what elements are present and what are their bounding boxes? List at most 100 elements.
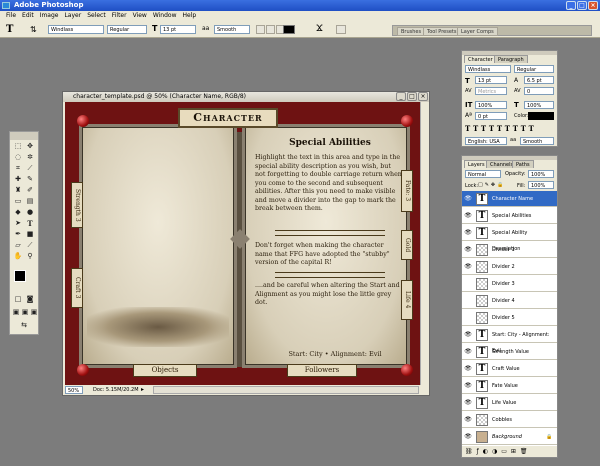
document-canvas[interactable]: Character Strength 3 Craft 3 Fate: 3 Gol… xyxy=(65,102,420,385)
visibility-eye-icon[interactable] xyxy=(464,297,472,305)
well-tab-tool-presets[interactable]: Tool Presets xyxy=(423,27,461,36)
font-style-select[interactable]: Regular xyxy=(107,25,147,34)
layer-row[interactable]: 👁 T Special Abilities xyxy=(462,208,557,224)
opacity-field[interactable]: 100% xyxy=(528,170,554,178)
horizontal-scrollbar[interactable] xyxy=(153,386,419,394)
status-menu-arrow-icon[interactable]: ▸ xyxy=(141,385,144,395)
visibility-eye-icon[interactable] xyxy=(464,314,472,322)
eraser-tool-icon[interactable]: ▭ xyxy=(13,197,23,206)
layer-row[interactable]: 👁 Cobbles xyxy=(462,412,557,428)
dodge-tool-icon[interactable]: ● xyxy=(25,208,35,217)
magic-wand-icon[interactable]: ✲ xyxy=(25,153,35,162)
menu-help[interactable]: Help xyxy=(183,11,197,21)
layer-row[interactable]: 👁 T Special Ability Description xyxy=(462,225,557,252)
pen-tool-icon[interactable]: ✒ xyxy=(13,230,23,239)
layer-row[interactable]: 👁 T Strength Value xyxy=(462,344,557,360)
marquee-tool-icon[interactable]: ⬚ xyxy=(13,142,23,151)
visibility-eye-icon[interactable]: 👁 xyxy=(464,433,472,441)
tab-paragraph[interactable]: Paragraph xyxy=(494,55,528,63)
lasso-tool-icon[interactable]: ◌ xyxy=(13,153,23,162)
font-family-select[interactable]: Windlass xyxy=(48,25,104,34)
char-style-select[interactable]: Regular xyxy=(514,65,554,73)
menu-filter[interactable]: Filter xyxy=(112,11,127,21)
tab-character[interactable]: Character xyxy=(464,55,497,63)
screen-mode-3-icon[interactable]: ▣ xyxy=(29,308,39,317)
type-style-buttons[interactable]: TTTTTTTTT xyxy=(465,125,555,133)
visibility-eye-icon[interactable]: 👁 xyxy=(464,416,472,424)
close-icon[interactable]: × xyxy=(588,1,598,10)
healing-brush-icon[interactable]: ✚ xyxy=(13,175,23,184)
vertical-scrollbar[interactable] xyxy=(420,102,429,385)
type-tool-icon-box[interactable]: T xyxy=(25,219,35,228)
visibility-eye-icon[interactable]: 👁 xyxy=(464,263,472,271)
layer-row[interactable]: 👁 T Craft Value xyxy=(462,361,557,377)
char-font-select[interactable]: Windlass xyxy=(465,65,511,73)
visibility-eye-icon[interactable]: 👁 xyxy=(464,331,472,339)
layer-row[interactable]: 👁 Divider 2 xyxy=(462,259,557,275)
zoom-tool-icon[interactable]: ⚲ xyxy=(25,252,35,261)
blur-tool-icon[interactable]: ◆ xyxy=(13,208,23,217)
shape-tool-icon[interactable]: ■ xyxy=(25,230,35,239)
visibility-eye-icon[interactable]: 👁 xyxy=(464,365,472,373)
well-tab-brushes[interactable]: Brushes xyxy=(397,27,426,36)
char-size-field[interactable]: 13 pt xyxy=(475,76,507,84)
menu-window[interactable]: Window xyxy=(153,11,177,21)
hand-tool-icon[interactable]: ✋ xyxy=(13,252,23,261)
lock-buttons[interactable]: □✎✥🔒 xyxy=(478,182,508,189)
layer-row[interactable]: Divider 4 xyxy=(462,293,557,309)
layer-row[interactable]: 👁 T Fate Value xyxy=(462,378,557,394)
history-brush-icon[interactable]: ✐ xyxy=(25,186,35,195)
eyedropper-icon[interactable]: ⟋ xyxy=(25,241,35,250)
text-color-swatch[interactable] xyxy=(283,25,295,34)
visibility-eye-icon[interactable]: 👁 xyxy=(464,195,472,203)
quick-mask-icon[interactable]: ◙ xyxy=(25,295,35,304)
layer-row[interactable]: Divider 3 xyxy=(462,276,557,292)
font-size-select[interactable]: 13 pt xyxy=(160,25,196,34)
visibility-eye-icon[interactable]: 👁 xyxy=(464,348,472,356)
align-center-icon[interactable] xyxy=(266,25,275,34)
jump-to-imageready-icon[interactable]: ⇆ xyxy=(19,321,29,330)
crop-tool-icon[interactable]: ⌗ xyxy=(13,164,23,173)
menu-edit[interactable]: Edit xyxy=(22,11,34,21)
doc-maximize-icon[interactable]: □ xyxy=(407,92,417,101)
blend-mode-select[interactable]: Normal xyxy=(465,170,501,178)
menu-file[interactable]: File xyxy=(6,11,16,21)
menu-select[interactable]: Select xyxy=(87,11,106,21)
notes-tool-icon[interactable]: ▱ xyxy=(13,241,23,250)
minimize-icon[interactable]: _ xyxy=(566,1,576,10)
visibility-eye-icon[interactable] xyxy=(464,280,472,288)
visibility-eye-icon[interactable]: 👁 xyxy=(464,382,472,390)
char-tracking-field[interactable]: 0 xyxy=(524,87,554,95)
char-leading-field[interactable]: 6.5 pt xyxy=(524,76,554,84)
path-selection-icon[interactable]: ➤ xyxy=(13,219,23,228)
char-vscale-field[interactable]: 100% xyxy=(475,101,507,109)
text-orientation-icon[interactable]: ⇅ xyxy=(30,25,37,34)
maximize-icon[interactable]: □ xyxy=(577,1,587,10)
visibility-eye-icon[interactable]: 👁 xyxy=(464,246,472,254)
type-tool-icon[interactable]: T xyxy=(6,24,13,35)
char-color-swatch[interactable] xyxy=(528,112,554,120)
layer-row[interactable]: 👁 Background 🔒 xyxy=(462,429,557,445)
layer-row[interactable]: 👁 T Start: City - Alignment: Evil xyxy=(462,327,557,354)
doc-minimize-icon[interactable]: _ xyxy=(396,92,406,101)
layer-row[interactable]: Divider 5 xyxy=(462,310,557,326)
well-tab-layer-comps[interactable]: Layer Comps xyxy=(457,27,498,36)
gradient-tool-icon[interactable]: ▤ xyxy=(25,197,35,206)
warp-text-icon[interactable]: Ϫ xyxy=(316,24,323,34)
char-baseline-field[interactable]: 0 pt xyxy=(475,112,507,120)
move-tool-icon[interactable]: ✥ xyxy=(25,142,35,151)
menu-layer[interactable]: Layer xyxy=(64,11,81,21)
standard-mode-icon[interactable]: □ xyxy=(13,295,23,304)
layer-row[interactable]: 👁 T Character Name xyxy=(462,191,557,207)
foreground-color-swatch[interactable] xyxy=(14,270,26,282)
slice-tool-icon[interactable]: ⟋ xyxy=(25,164,35,173)
char-hscale-field[interactable]: 100% xyxy=(524,101,554,109)
tab-paths[interactable]: Paths xyxy=(512,160,534,168)
zoom-field[interactable]: 50% xyxy=(65,386,83,394)
anti-alias-select[interactable]: Smooth xyxy=(214,25,250,34)
clone-stamp-icon[interactable]: ♜ xyxy=(13,186,23,195)
align-left-icon[interactable] xyxy=(256,25,265,34)
doc-close-icon[interactable]: × xyxy=(418,92,428,101)
visibility-eye-icon[interactable]: 👁 xyxy=(464,229,472,237)
menu-view[interactable]: View xyxy=(133,11,147,21)
